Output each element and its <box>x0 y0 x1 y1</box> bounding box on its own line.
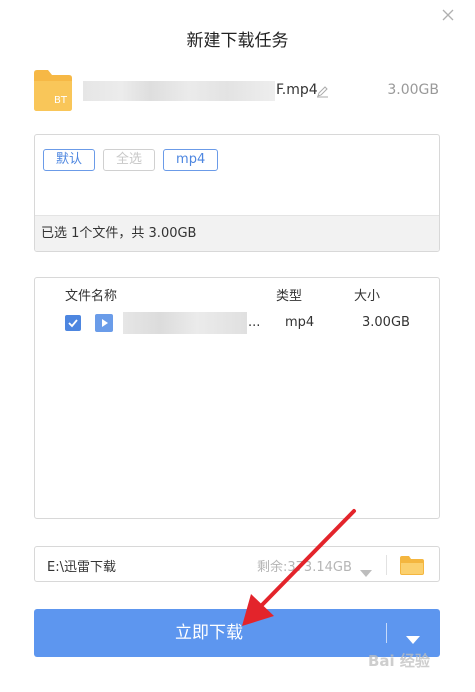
chevron-down-icon <box>406 636 420 644</box>
edit-filename-button[interactable] <box>316 83 329 102</box>
folder-icon <box>400 556 424 575</box>
column-header-name[interactable]: 文件名称 <box>65 285 117 304</box>
row-size: 3.00GB <box>362 315 410 330</box>
filter-tags: 默认 全选 mp4 <box>43 149 219 171</box>
download-options-dropdown[interactable] <box>406 629 420 648</box>
close-button[interactable] <box>441 8 457 24</box>
row-filename-redacted <box>123 312 247 334</box>
file-list: 文件名称 类型 大小 ... mp4 3.00GB <box>34 277 440 519</box>
filename-redacted <box>83 81 275 101</box>
column-header-size[interactable]: 大小 <box>354 285 380 304</box>
filter-panel: 默认 全选 mp4 已选 1个文件，共 3.00GB <box>34 134 440 252</box>
path-history-dropdown[interactable] <box>360 562 372 581</box>
file-checkbox[interactable] <box>65 315 81 331</box>
chevron-down-icon <box>360 570 372 577</box>
close-icon <box>442 9 454 21</box>
bt-icon-label: BT <box>54 95 67 106</box>
browse-folder-button[interactable] <box>399 554 425 580</box>
column-header-type[interactable]: 类型 <box>276 285 302 304</box>
file-header: BT F.mp4 3.00GB <box>33 68 443 112</box>
row-filename-suffix: ... <box>248 315 261 330</box>
selection-summary: 已选 1个文件，共 3.00GB <box>35 215 439 251</box>
filename-suffix: F.mp4 <box>276 82 318 98</box>
free-space-label: 剩余:373.14GB <box>257 560 352 575</box>
download-button-divider <box>386 623 387 643</box>
bt-file-icon: BT <box>33 68 73 112</box>
watermark: Bai 经验 <box>368 652 430 670</box>
table-row[interactable]: ... mp4 3.00GB <box>35 308 439 338</box>
path-divider <box>386 555 387 575</box>
filter-tag-default[interactable]: 默认 <box>43 149 96 171</box>
row-type: mp4 <box>285 315 315 330</box>
checkmark-icon <box>68 319 78 328</box>
filter-tag-select-all[interactable]: 全选 <box>103 149 156 171</box>
pencil-icon <box>317 86 328 98</box>
dialog-title: 新建下载任务 <box>186 31 289 51</box>
video-file-icon <box>95 314 113 332</box>
download-now-label: 立即下载 <box>175 623 243 643</box>
save-path-input[interactable]: E:\迅雷下载 <box>47 556 116 575</box>
file-size: 3.00GB <box>387 82 439 98</box>
save-path-bar: E:\迅雷下载 剩余:373.14GB <box>34 546 440 582</box>
filter-tag-mp4[interactable]: mp4 <box>163 149 219 171</box>
